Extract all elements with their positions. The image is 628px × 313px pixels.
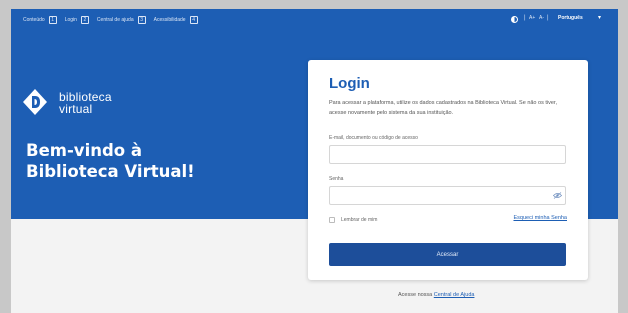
shortcut-key-4: 4 — [189, 16, 198, 24]
skip-to-content-label: Conteúdo — [23, 17, 45, 23]
show-password-eye-icon[interactable] — [553, 192, 562, 199]
language-selector[interactable]: Português — [558, 15, 583, 21]
welcome-heading: Bem-vindo à Biblioteca Virtual! — [26, 140, 256, 182]
email-field-label: E-mail, documento ou código de acesso — [329, 135, 418, 141]
welcome-line1: Bem-vindo à — [26, 141, 142, 160]
shortcut-key-1: 1 — [48, 16, 57, 24]
skip-to-login-link[interactable]: Login 2 — [65, 16, 89, 24]
top-right-controls: | A+ A- | Português ▾ — [478, 9, 618, 31]
biblioteca-virtual-logo: biblioteca virtual — [23, 89, 143, 119]
login-card: Login Para acessar a plataforma, utilize… — [308, 60, 588, 280]
accessibility-shortcut-link[interactable]: Acessibilidade 4 — [154, 16, 198, 24]
shortcut-key-2: 2 — [80, 16, 89, 24]
login-description: Para acessar a plataforma, utilize os da… — [329, 100, 557, 116]
login-page: Conteúdo 1 Login 2 Central de ajuda 3 Ac… — [11, 9, 618, 313]
password-field-label: Senha — [329, 176, 344, 182]
font-increase-button[interactable]: A+ — [529, 15, 535, 21]
forgot-password-link[interactable]: Esqueci minha Senha — [513, 215, 567, 221]
password-field[interactable] — [329, 186, 566, 205]
skip-to-content-link[interactable]: Conteúdo 1 — [23, 16, 57, 24]
email-field[interactable] — [329, 145, 566, 164]
separator: | — [547, 15, 549, 21]
shortcut-key-3: 3 — [137, 16, 146, 24]
font-decrease-button[interactable]: A- — [539, 15, 544, 21]
skip-to-login-label: Login — [64, 17, 77, 23]
help-center-shortcut-link[interactable]: Central de ajuda 3 — [97, 16, 146, 24]
remember-me-checkbox[interactable] — [329, 217, 335, 223]
separator: | — [524, 15, 526, 21]
login-title: Login — [329, 75, 370, 92]
help-center-link[interactable]: Central de Ajuda — [434, 292, 475, 298]
help-center-shortcut-label: Central de ajuda — [96, 17, 134, 23]
accessibility-shortcut-label: Acessibilidade — [153, 17, 186, 23]
chevron-down-icon[interactable]: ▾ — [598, 14, 601, 21]
logo-text-line2: virtual — [59, 102, 93, 116]
help-prefix: Acesse nossa — [398, 292, 433, 298]
contrast-toggle-icon[interactable] — [511, 16, 518, 23]
login-submit-button[interactable]: Acessar — [329, 243, 566, 266]
logo-icon — [23, 89, 47, 115]
welcome-line2: Biblioteca Virtual! — [26, 162, 195, 181]
help-center-footer: Acesse nossa Central de Ajuda — [398, 292, 474, 298]
remember-me-label[interactable]: Lembrar de mim — [341, 217, 377, 223]
